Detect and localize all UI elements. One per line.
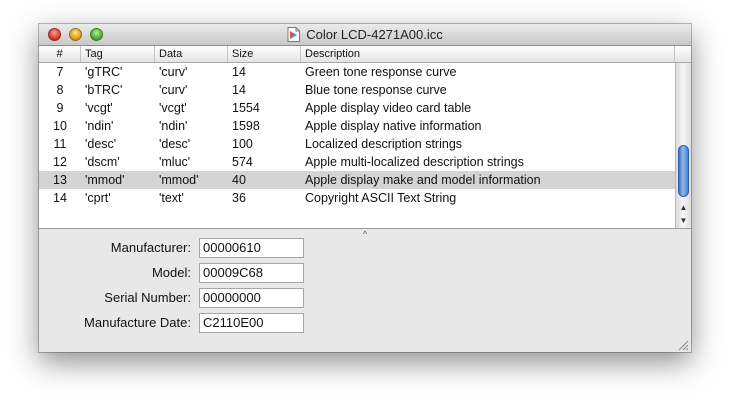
table-header: # Tag Data Size Description [39,46,691,63]
cell-tag: 'desc' [85,137,117,151]
cell-size: 14 [232,83,246,97]
cell-tag: 'gTRC' [85,65,123,79]
scroll-up-arrow-icon[interactable]: ▲ [676,202,691,214]
cell-number: 9 [56,101,64,115]
cell-data: 'desc' [159,137,191,151]
cell-data: 'text' [159,191,184,205]
manufacturer-field[interactable]: 00000610 [199,238,304,258]
cell-tag: 'mmod' [85,173,125,187]
scroll-down-arrow-icon[interactable]: ▼ [676,215,691,227]
table-row-selected[interactable]: 13 'mmod' 'mmod' 40 Apple display make a… [39,171,675,189]
cell-tag: 'bTRC' [85,83,123,97]
cell-number: 8 [56,83,64,97]
cell-data: 'vcgt' [159,101,187,115]
split-view-handle-icon[interactable]: ^ [357,229,373,239]
cell-description: Apple display video card table [305,101,472,115]
table-row[interactable]: 12 'dscm' 'mluc' 574 Apple multi-localiz… [39,153,675,171]
manufacturer-label: Manufacturer: [110,240,191,255]
serial-number-label: Serial Number: [104,290,191,305]
cell-size: 1598 [232,119,260,133]
column-header-description[interactable]: Description [301,46,675,62]
window-title: Color LCD-4271A00.icc [306,27,443,42]
manufacture-date-field[interactable]: C2110E00 [199,313,304,333]
table-row[interactable]: 14 'cprt' 'text' 36 Copyright ASCII Text… [39,189,675,207]
column-header-corner [675,46,691,62]
window-title-area: Color LCD-4271A00.icc [39,24,691,46]
column-header-tag[interactable]: Tag [81,46,155,62]
tag-table: # Tag Data Size Description 7 'gTRC' 'cu… [39,46,691,229]
cell-data: 'curv' [159,65,188,79]
cell-data: 'curv' [159,83,188,97]
scrollbar-thumb[interactable] [678,145,689,197]
cell-description: Apple display make and model information [305,173,541,187]
cell-data: 'ndin' [159,119,188,133]
cell-size: 1554 [232,101,260,115]
title-bar[interactable]: Color LCD-4271A00.icc [39,24,691,46]
table-body: 7 'gTRC' 'curv' 14 Green tone response c… [39,63,675,228]
model-field[interactable]: 00009C68 [199,263,304,283]
cell-data: 'mluc' [159,155,191,169]
cell-tag: 'cprt' [85,191,111,205]
manufacture-date-label: Manufacture Date: [84,315,191,330]
resize-grip-icon[interactable] [677,338,689,351]
cell-description: Blue tone response curve [305,83,447,97]
table-row[interactable]: 10 'ndin' 'ndin' 1598 Apple display nati… [39,117,675,135]
cell-size: 100 [232,137,253,151]
table-row[interactable]: 11 'desc' 'desc' 100 Localized descripti… [39,135,675,153]
cell-tag: 'vcgt' [85,101,113,115]
model-label: Model: [151,265,191,280]
vertical-scrollbar[interactable]: ▲ ▼ [675,63,691,228]
column-header-size[interactable]: Size [228,46,301,62]
cell-size: 36 [232,191,246,205]
cell-number: 7 [56,65,64,79]
cell-size: 40 [232,173,246,187]
cell-tag: 'dscm' [85,155,120,169]
cell-tag: 'ndin' [85,119,114,133]
cell-description: Apple multi-localized description string… [305,155,524,169]
table-row[interactable]: 8 'bTRC' 'curv' 14 Blue tone response cu… [39,81,675,99]
cell-description: Localized description strings [305,137,463,151]
cell-size: 574 [232,155,253,169]
cell-number: 13 [53,173,67,187]
cell-size: 14 [232,65,246,79]
table-row[interactable]: 9 'vcgt' 'vcgt' 1554 Apple display video… [39,99,675,117]
cell-number: 14 [53,191,67,205]
cell-description: Apple display native information [305,119,482,133]
cell-description: Copyright ASCII Text String [305,191,457,205]
cell-description: Green tone response curve [305,65,457,79]
cell-number: 10 [53,119,67,133]
table-row[interactable]: 7 'gTRC' 'curv' 14 Green tone response c… [39,63,675,81]
column-header-number[interactable]: # [39,46,81,62]
profile-window: Color LCD-4271A00.icc # Tag Data Size De… [39,24,691,352]
cell-number: 12 [53,155,67,169]
cell-number: 11 [53,137,67,151]
serial-number-field[interactable]: 00000000 [199,288,304,308]
cell-data: 'mmod' [159,173,199,187]
column-header-data[interactable]: Data [155,46,228,62]
